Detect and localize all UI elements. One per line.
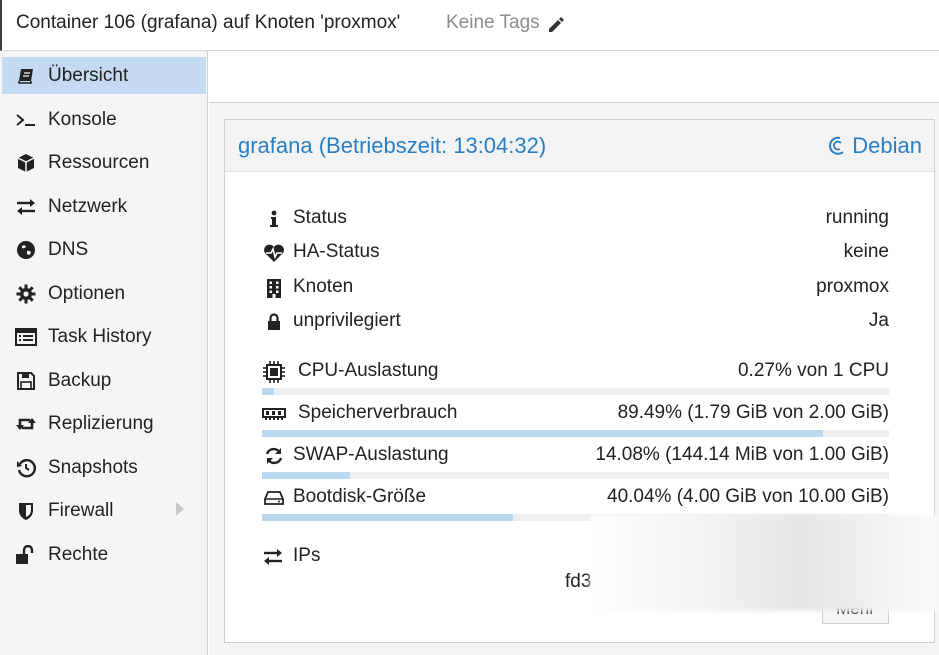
- os-label: Debian: [852, 133, 922, 158]
- bootdisk-value: 40.04% (4.00 GiB von 10.00 GiB): [607, 486, 889, 507]
- book-icon: [14, 65, 38, 87]
- sidebar-item-label: Übersicht: [48, 64, 129, 86]
- memory-usage-fill: [262, 430, 823, 437]
- unprivileged-label: unprivilegiert: [293, 310, 401, 331]
- sidebar-item-netzwerk[interactable]: Netzwerk: [2, 188, 206, 225]
- sidebar-item-label: Replizierung: [48, 412, 154, 434]
- heartbeat-icon: [262, 242, 286, 264]
- memory-value: 89.49% (1.79 GiB von 2.00 GiB): [617, 402, 889, 423]
- sidebar-item-label: Optionen: [48, 282, 126, 304]
- cpu-usage-bar: [262, 388, 889, 395]
- cpu-value: 0.27% von 1 CPU: [737, 360, 889, 381]
- building-icon: [262, 277, 286, 299]
- page-title: Container 106 (grafana) auf Knoten 'prox…: [16, 12, 401, 33]
- sidebar-item-ressourcen[interactable]: Ressourcen: [2, 144, 206, 181]
- gear-icon: [14, 283, 38, 305]
- terminal-icon: [14, 109, 38, 131]
- hdd-icon: [262, 487, 286, 509]
- refresh-icon: [262, 445, 286, 467]
- sidebar-item-konsole[interactable]: Konsole: [2, 101, 206, 138]
- unprivileged-row: unprivilegiert Ja: [262, 308, 889, 336]
- title-bar: Container 106 (grafana) auf Knoten 'prox…: [0, 0, 939, 51]
- list-icon: [14, 326, 38, 348]
- sidebar-item-label: Firewall: [48, 499, 114, 521]
- info-icon: [262, 208, 286, 230]
- swap-label: SWAP-Auslastung: [293, 444, 449, 465]
- status-label: Status: [293, 207, 347, 228]
- panel-header: grafana (Betriebszeit: 13:04:32) Debian: [225, 120, 934, 172]
- memory-row: Speicherverbrauch 89.49% (1.79 GiB von 2…: [262, 400, 889, 428]
- memory-label: Speicherverbrauch: [298, 402, 458, 423]
- os-info: Debian: [828, 133, 922, 159]
- ha-status-value: keine: [843, 241, 889, 262]
- unlock-icon: [14, 544, 38, 566]
- sidebar-item-label: Snapshots: [48, 456, 138, 478]
- node-row: Knoten proxmox: [262, 274, 889, 302]
- sidebar-item-optionen[interactable]: Optionen: [2, 275, 206, 312]
- retweet-icon: [14, 413, 38, 435]
- node-value: proxmox: [816, 276, 889, 297]
- sidebar-item-label: Netzwerk: [48, 195, 128, 217]
- memory-usage-bar: [262, 430, 889, 437]
- ips-label: IPs: [293, 545, 321, 566]
- memory-icon: [262, 403, 286, 425]
- swap-usage-bar: [262, 472, 889, 479]
- sidebar-item-label: Task History: [48, 325, 152, 347]
- sidebar-item-snapshots[interactable]: Snapshots: [2, 449, 206, 486]
- swap-usage-fill: [262, 472, 350, 479]
- swap-value: 14.08% (144.14 MiB von 1.00 GiB): [595, 444, 889, 465]
- panel-title: grafana (Betriebszeit: 13:04:32): [238, 133, 547, 158]
- debian-icon: [829, 136, 844, 155]
- sidebar-item-label: Rechte: [48, 543, 109, 565]
- sidebar-item-backup[interactable]: Backup: [2, 362, 206, 399]
- redacted-area: [590, 515, 939, 611]
- pencil-icon[interactable]: [546, 14, 566, 34]
- sidebar: Übersicht Konsole Ressourcen Netzwerk DN…: [0, 51, 208, 655]
- toolbar: [209, 51, 939, 103]
- ha-status-row: HA-Status keine: [262, 239, 889, 267]
- bootdisk-label: Bootdisk-Größe: [293, 486, 427, 507]
- cpu-row: CPU-Auslastung 0.27% von 1 CPU: [262, 358, 889, 386]
- node-label: Knoten: [293, 276, 354, 297]
- sidebar-item-label: Backup: [48, 369, 112, 391]
- cpu-label: CPU-Auslastung: [298, 360, 439, 381]
- chevron-right-icon[interactable]: [176, 502, 184, 516]
- sidebar-item-label: DNS: [48, 238, 89, 260]
- exchange-icon: [262, 548, 284, 572]
- floppy-icon: [14, 370, 38, 392]
- bootdisk-usage-fill: [262, 514, 513, 521]
- sidebar-item-uebersicht[interactable]: Übersicht: [2, 57, 206, 94]
- globe-icon: [14, 239, 38, 261]
- history-icon: [14, 457, 38, 479]
- cube-icon: [14, 152, 38, 174]
- sidebar-item-label: Ressourcen: [48, 151, 150, 173]
- sidebar-item-replizierung[interactable]: Replizierung: [2, 405, 206, 442]
- status-row: Status running: [262, 205, 889, 233]
- tags-label[interactable]: Keine Tags: [446, 12, 540, 34]
- bootdisk-row: Bootdisk-Größe 40.04% (4.00 GiB von 10.0…: [262, 484, 889, 512]
- cpu-usage-fill: [262, 388, 274, 395]
- unprivileged-value: Ja: [868, 310, 889, 331]
- status-value: running: [825, 207, 889, 228]
- shield-icon: [14, 500, 38, 522]
- lock-icon: [262, 311, 286, 333]
- swap-row: SWAP-Auslastung 14.08% (144.14 MiB von 1…: [262, 442, 889, 470]
- sidebar-item-dns[interactable]: DNS: [2, 231, 206, 268]
- sidebar-item-firewall[interactable]: Firewall: [2, 492, 206, 529]
- sidebar-item-rechte[interactable]: Rechte: [2, 536, 206, 573]
- cpu-icon: [262, 361, 286, 383]
- exchange-icon: [14, 196, 38, 218]
- sidebar-item-task-history[interactable]: Task History: [2, 318, 206, 355]
- sidebar-item-label: Konsole: [48, 108, 117, 130]
- ip-address-value: fd3: [565, 571, 592, 592]
- ha-status-label: HA-Status: [293, 241, 380, 262]
